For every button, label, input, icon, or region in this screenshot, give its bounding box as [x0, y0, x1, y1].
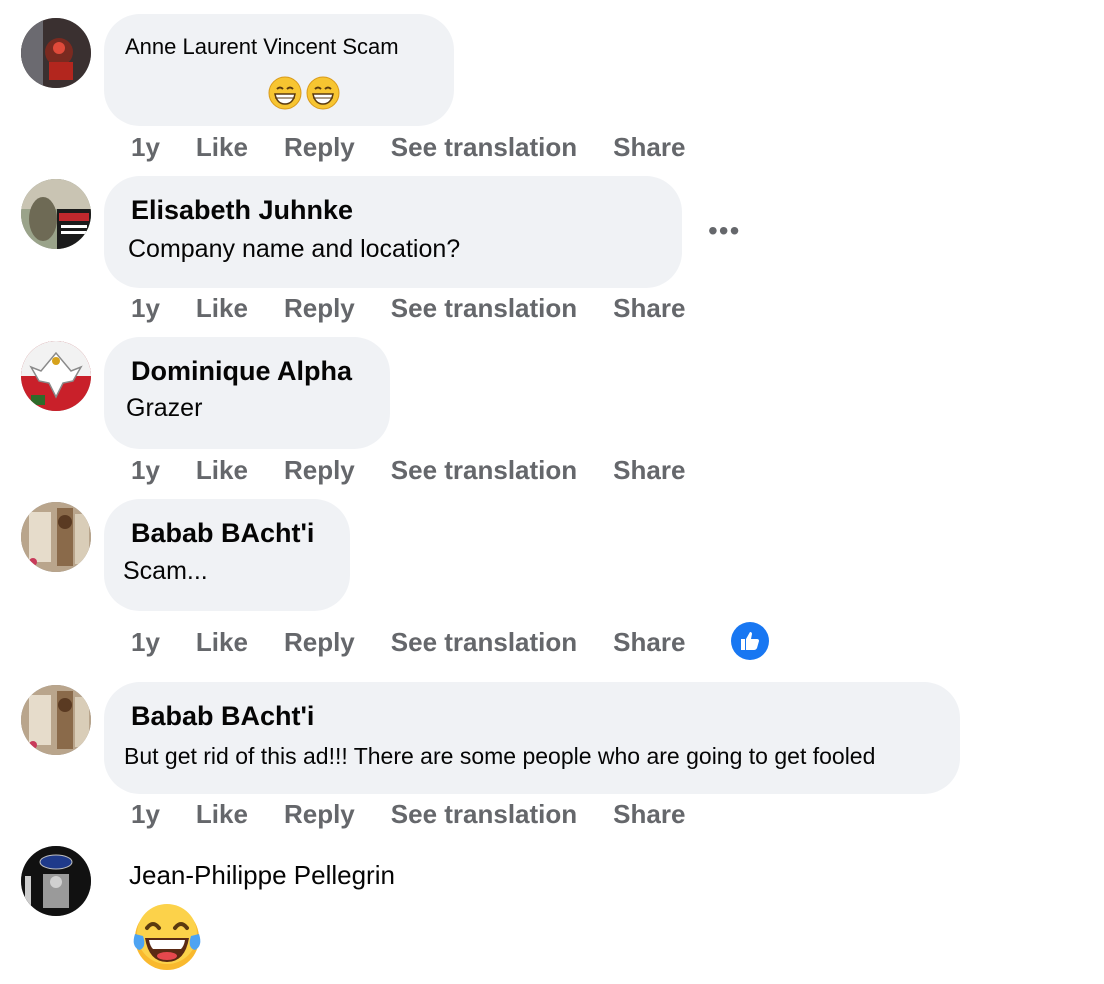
- more-options-icon[interactable]: •••: [708, 217, 740, 245]
- comment-text: Scam...: [123, 557, 208, 585]
- comment-text: Grazer: [126, 394, 203, 422]
- reply-button[interactable]: Reply: [284, 799, 355, 830]
- like-reaction-icon[interactable]: [731, 622, 769, 660]
- comment-bubble: Dominique Alpha Grazer: [104, 337, 390, 449]
- comment-bubble: Anne Laurent Vincent Scam: [104, 14, 454, 126]
- author-name[interactable]: Babab BAcht'i: [131, 701, 314, 732]
- grinning-emoji-icon: [268, 76, 302, 115]
- timestamp[interactable]: 1y: [131, 293, 160, 324]
- timestamp[interactable]: 1y: [131, 627, 160, 658]
- author-name[interactable]: Dominique Alpha: [131, 356, 352, 387]
- avatar[interactable]: [21, 502, 91, 572]
- share-button[interactable]: Share: [613, 132, 685, 163]
- share-button[interactable]: Share: [613, 455, 685, 486]
- avatar[interactable]: [21, 179, 91, 249]
- reply-button[interactable]: Reply: [284, 293, 355, 324]
- comment-actions: 1y Like Reply See translation Share: [131, 132, 721, 163]
- comment-bubble: Elisabeth Juhnke Company name and locati…: [104, 176, 682, 288]
- author-name[interactable]: Jean-Philippe Pellegrin: [129, 860, 395, 891]
- comment-bubble: Babab BAcht'i But get rid of this ad!!! …: [104, 682, 960, 794]
- see-translation-button[interactable]: See translation: [391, 132, 577, 163]
- see-translation-button[interactable]: See translation: [391, 799, 577, 830]
- timestamp[interactable]: 1y: [131, 799, 160, 830]
- comment-actions: 1y Like Reply See translation Share: [131, 799, 721, 830]
- comment-bubble: Babab BAcht'i Scam...: [104, 499, 350, 611]
- see-translation-button[interactable]: See translation: [391, 293, 577, 324]
- avatar[interactable]: [21, 846, 91, 916]
- comment-text: Company name and location?: [128, 235, 461, 263]
- timestamp[interactable]: 1y: [131, 455, 160, 486]
- author-name[interactable]: Elisabeth Juhnke: [131, 195, 353, 226]
- like-button[interactable]: Like: [196, 455, 248, 486]
- reply-button[interactable]: Reply: [284, 627, 355, 658]
- author-name[interactable]: Babab BAcht'i: [131, 518, 314, 549]
- comment-actions: 1y Like Reply See translation Share: [131, 455, 721, 486]
- like-button[interactable]: Like: [196, 293, 248, 324]
- avatar[interactable]: [21, 685, 91, 755]
- grinning-emoji-icon: [306, 76, 340, 115]
- author-name[interactable]: Anne Laurent Vincent Scam: [125, 34, 399, 60]
- avatar[interactable]: [21, 18, 91, 88]
- like-button[interactable]: Like: [196, 132, 248, 163]
- share-button[interactable]: Share: [613, 799, 685, 830]
- share-button[interactable]: Share: [613, 293, 685, 324]
- reply-button[interactable]: Reply: [284, 132, 355, 163]
- see-translation-button[interactable]: See translation: [391, 455, 577, 486]
- reply-button[interactable]: Reply: [284, 455, 355, 486]
- laughing-tears-emoji-icon: [131, 904, 203, 977]
- timestamp[interactable]: 1y: [131, 132, 160, 163]
- share-button[interactable]: Share: [613, 627, 685, 658]
- avatar[interactable]: [21, 341, 91, 411]
- comment-actions: 1y Like Reply See translation Share: [131, 293, 721, 324]
- comment-text: But get rid of this ad!!! There are some…: [124, 743, 876, 769]
- comment-actions: 1y Like Reply See translation Share: [131, 627, 721, 658]
- like-button[interactable]: Like: [196, 627, 248, 658]
- like-button[interactable]: Like: [196, 799, 248, 830]
- see-translation-button[interactable]: See translation: [391, 627, 577, 658]
